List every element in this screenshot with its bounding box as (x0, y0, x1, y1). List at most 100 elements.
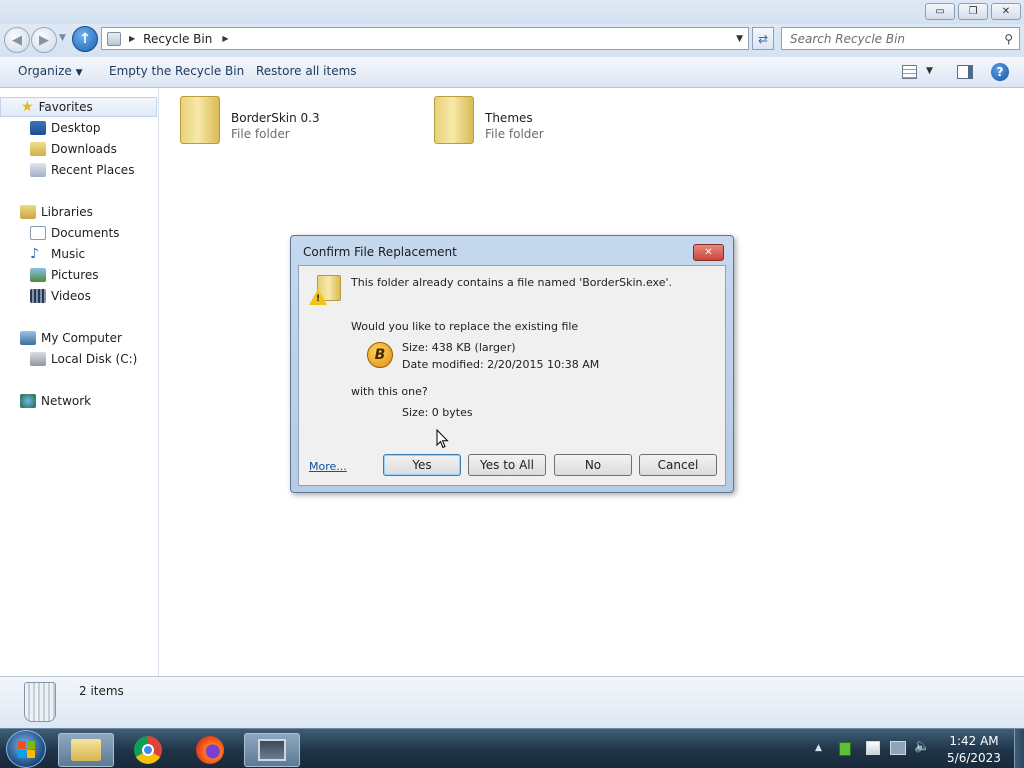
local-disk-icon (30, 352, 46, 366)
nav-recent-places[interactable]: Recent Places (0, 160, 134, 180)
nav-favorites-label: Favorites (38, 100, 93, 114)
up-arrow-icon: ↑ (79, 31, 91, 47)
nav-my-computer[interactable]: My Computer (0, 328, 122, 348)
videos-icon (30, 289, 46, 303)
yes-to-all-button[interactable]: Yes to All (468, 454, 546, 476)
nav-favorites[interactable]: ★ Favorites (0, 97, 157, 117)
folder-icon (434, 96, 474, 144)
nav-music[interactable]: ♪ Music (0, 244, 85, 264)
confirm-file-replacement-dialog: Confirm File Replacement ✕ ! This folder… (290, 235, 734, 493)
windows-logo-part (27, 741, 35, 749)
file-item-themes[interactable]: Themes File folder (434, 96, 674, 152)
clock-date[interactable]: 5/6/2023 (945, 751, 1003, 765)
close-window-button[interactable]: ✕ (991, 3, 1021, 20)
nav-desktop[interactable]: Desktop (0, 118, 101, 138)
dialog-body: ! This folder already contains a file na… (298, 265, 726, 486)
breadcrumb-arrow-icon[interactable]: ▶ (129, 34, 135, 43)
no-button[interactable]: No (554, 454, 632, 476)
nav-libraries-label: Libraries (41, 205, 93, 219)
nav-my-computer-label: My Computer (41, 331, 122, 345)
taskbar-explorer[interactable] (58, 733, 114, 767)
restore-button[interactable]: ❐ (958, 3, 988, 20)
nav-network[interactable]: Network (0, 391, 91, 411)
file-item-borderskin[interactable]: BorderSkin 0.3 File folder (180, 96, 420, 152)
navigation-pane: ★ Favorites Desktop Downloads Recent Plac… (0, 88, 159, 676)
address-dropdown-icon[interactable]: ▼ (736, 34, 743, 44)
more-link[interactable]: More... (309, 460, 347, 473)
music-icon: ♪ (30, 246, 39, 262)
taskbar: ▲ 🔈 1:42 AM 5/6/2023 (0, 728, 1024, 768)
show-desktop-button[interactable] (1014, 729, 1024, 768)
libraries-icon (20, 205, 36, 219)
file-type: File folder (485, 127, 544, 141)
clock-time[interactable]: 1:42 AM (945, 734, 1003, 748)
taskbar-app[interactable] (244, 733, 300, 767)
minimize-icon: ▭ (935, 6, 945, 17)
change-view-icon[interactable] (902, 65, 917, 79)
nav-pictures-label: Pictures (51, 268, 99, 282)
back-arrow-icon: ◀ (12, 32, 22, 48)
organize-label: Organize (18, 64, 72, 78)
borderskin-app-icon: B (367, 342, 393, 368)
volume-icon[interactable]: 🔈 (914, 739, 930, 754)
chevron-down-icon: ▼ (75, 68, 83, 78)
nav-videos[interactable]: Videos (0, 286, 91, 306)
pictures-icon (30, 268, 46, 282)
forward-button[interactable]: ▶ (31, 27, 57, 53)
show-hidden-icons-icon[interactable]: ▲ (815, 743, 822, 753)
nav-local-disk[interactable]: Local Disk (C:) (0, 349, 137, 369)
dialog-message: This folder already contains a file name… (351, 276, 673, 289)
network-icon (20, 394, 36, 408)
up-button[interactable]: ↑ (72, 26, 98, 52)
search-icon[interactable]: ⚲ (1004, 32, 1013, 46)
restore-icon: ❐ (968, 6, 978, 17)
restore-all-items-button[interactable]: Restore all items (256, 64, 357, 78)
chrome-icon (134, 736, 162, 764)
organize-button[interactable]: Organize ▼ (18, 64, 83, 78)
help-icon[interactable]: ? (991, 63, 1009, 81)
star-icon: ★ (21, 99, 34, 115)
close-icon: ✕ (704, 247, 713, 258)
action-center-flag-icon[interactable] (866, 741, 880, 755)
nav-downloads[interactable]: Downloads (0, 139, 117, 159)
dialog-with-text: with this one? (351, 385, 428, 398)
search-box[interactable]: Search Recycle Bin ⚲ (781, 27, 1020, 50)
windows-logo-icon (18, 741, 26, 749)
file-name: BorderSkin 0.3 (231, 111, 320, 125)
taskbar-firefox[interactable] (182, 733, 238, 767)
nav-desktop-label: Desktop (51, 121, 101, 135)
dialog-close-button[interactable]: ✕ (693, 244, 724, 261)
nav-documents[interactable]: Documents (0, 223, 119, 243)
network-status-icon[interactable] (890, 741, 906, 755)
close-icon: ✕ (1001, 6, 1011, 17)
recent-pages-dropdown[interactable]: ▼ (59, 33, 66, 43)
nav-local-disk-label: Local Disk (C:) (51, 352, 138, 366)
computer-icon (20, 331, 36, 345)
folder-icon (180, 96, 220, 144)
view-options-dropdown-icon[interactable]: ▼ (926, 66, 933, 76)
recycle-bin-icon (24, 682, 56, 722)
yes-button[interactable]: Yes (383, 454, 461, 476)
cancel-button[interactable]: Cancel (639, 454, 717, 476)
minimize-button[interactable]: ▭ (925, 3, 955, 20)
breadcrumb-recycle-bin[interactable]: Recycle Bin (143, 32, 212, 46)
preview-pane-icon[interactable] (957, 65, 973, 79)
firefox-icon (196, 736, 224, 764)
dialog-question: Would you like to replace the existing f… (351, 320, 579, 333)
tray-app-icon[interactable] (839, 742, 851, 756)
empty-recycle-bin-button[interactable]: Empty the Recycle Bin (109, 64, 244, 78)
start-button[interactable] (6, 730, 46, 768)
address-row: ◀ ▶ ▼ ↑ ▶ Recycle Bin ▶ ▼ ⇄ Search Recyc… (0, 24, 1024, 57)
breadcrumb-arrow-icon[interactable]: ▶ (222, 34, 228, 43)
taskbar-chrome[interactable] (120, 733, 176, 767)
recent-places-icon (30, 163, 46, 177)
refresh-button[interactable]: ⇄ (752, 27, 774, 50)
search-input[interactable]: Search Recycle Bin (790, 32, 905, 46)
dialog-title: Confirm File Replacement (303, 245, 457, 259)
back-button[interactable]: ◀ (4, 27, 30, 53)
nav-pictures[interactable]: Pictures (0, 265, 99, 285)
address-field[interactable]: ▶ Recycle Bin ▶ ▼ (101, 27, 749, 50)
windows-logo-part (18, 750, 26, 758)
nav-music-label: Music (51, 247, 86, 261)
nav-libraries[interactable]: Libraries (0, 202, 93, 222)
